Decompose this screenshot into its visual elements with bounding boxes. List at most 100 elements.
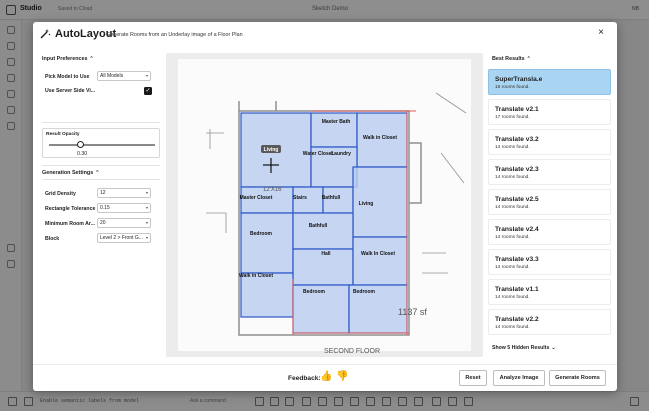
room-label: Stairs xyxy=(293,195,307,201)
result-room-count: 14 rooms found. xyxy=(495,235,530,240)
dimension-handwriting: 12'X16' xyxy=(263,187,283,193)
results-panel: Best Results ⌃ SuperTransla.e 16 rooms fou… xyxy=(488,52,612,362)
result-card[interactable]: Translate v2.1 17 rooms found. xyxy=(488,99,611,125)
result-name: Translate v3.3 xyxy=(495,256,539,263)
result-card[interactable]: Translate v1.1 14 rooms found. xyxy=(488,279,611,305)
close-icon[interactable]: × xyxy=(595,27,607,39)
minimum-room-area-label: Minimum Room Ar... xyxy=(45,221,95,227)
result-card[interactable]: Translate v3.3 14 rooms found. xyxy=(488,249,611,275)
minimum-room-area-select[interactable]: 20 ▾ xyxy=(97,218,151,228)
divider xyxy=(42,165,160,166)
divider xyxy=(42,122,160,123)
floor-name-handwriting: SECOND FLOOR xyxy=(324,348,380,355)
pick-model-value: All Models xyxy=(100,73,124,79)
dialog-footer: Feedback: 👍 👎 Reset Analyze Image Genera… xyxy=(33,364,617,391)
result-card[interactable]: Translate v2.5 14 rooms found. xyxy=(488,189,611,215)
chevron-up-icon: ⌃ xyxy=(89,56,94,62)
room-label: Hall xyxy=(321,251,331,257)
chevron-down-icon: ▾ xyxy=(145,73,148,78)
room-label: Water Closet xyxy=(303,151,334,157)
opacity-slider-track[interactable] xyxy=(49,144,155,146)
result-card[interactable]: SuperTransla.e 16 rooms found. xyxy=(488,69,611,95)
room-label: Laundry xyxy=(331,151,351,157)
result-room-count: 14 rooms found. xyxy=(495,295,530,300)
result-room-count: 17 rooms found. xyxy=(495,115,530,120)
floor-plan-preview: Master Bath Walk in Closet Water Closet Lau… xyxy=(166,53,483,357)
chevron-up-icon: ⌃ xyxy=(95,170,100,176)
input-preferences-title: Input Preferences xyxy=(42,56,88,62)
server-side-label: Use Server Side Vi... xyxy=(45,88,96,94)
divider xyxy=(42,179,160,180)
result-name: Translate v2.4 xyxy=(495,226,539,233)
room-label: Bedroom xyxy=(250,231,273,237)
chevron-down-icon: ▾ xyxy=(145,235,148,240)
result-name: Translate v2.2 xyxy=(495,316,539,323)
result-name: Translate v2.1 xyxy=(495,106,539,113)
generation-settings-toggle[interactable]: Generation Settings ⌃ xyxy=(42,170,99,176)
opacity-slider-thumb[interactable] xyxy=(77,141,85,148)
chevron-up-icon: ⌃ xyxy=(526,56,531,62)
room-label: Walk in Closet xyxy=(239,273,273,279)
block-select[interactable]: Level 2 > Front G... ▾ xyxy=(97,233,151,243)
room-label: Bedroom xyxy=(353,289,376,295)
grid-density-value: 12 xyxy=(100,190,106,196)
wand-icon xyxy=(40,29,51,39)
result-opacity-value: 0.30 xyxy=(77,151,88,157)
rectangle-tolerance-select[interactable]: 0.15 ▾ xyxy=(97,203,151,213)
best-results-toggle[interactable]: Best Results ⌃ xyxy=(492,56,531,62)
grid-density-label: Grid Density xyxy=(45,191,76,197)
result-name: Translate v2.5 xyxy=(495,196,539,203)
thumbs-down-icon[interactable]: 👎 xyxy=(336,371,348,383)
rectangle-tolerance-label: Rectangle Tolerance xyxy=(45,206,96,212)
area-handwriting: 1137 sf xyxy=(398,307,427,317)
chevron-down-icon: ⌄ xyxy=(551,345,556,351)
floor-plan-image: Master Bath Walk in Closet Water ClosetLau… xyxy=(178,59,471,355)
minimum-room-area-value: 20 xyxy=(100,220,106,226)
result-name: SuperTransla.e xyxy=(495,76,543,83)
result-name: Translate v1.1 xyxy=(495,286,539,293)
result-opacity-label: Result Opacity xyxy=(46,132,80,137)
room-walk-in-closet-lower xyxy=(240,272,294,318)
room-label: Living xyxy=(264,147,279,153)
chevron-down-icon: ▾ xyxy=(145,205,148,210)
generate-rooms-button[interactable]: Generate Rooms xyxy=(549,370,606,386)
result-card[interactable]: Translate v2.3 14 rooms found. xyxy=(488,159,611,185)
chevron-down-icon: ▾ xyxy=(145,190,148,195)
best-results-title: Best Results xyxy=(492,56,525,62)
room-label: Walk in Closet xyxy=(363,135,397,141)
settings-panel: Input Preferences ⌃ Pick Model to Use All… xyxy=(40,52,160,362)
result-room-count: 14 rooms found. xyxy=(495,145,530,150)
server-side-checkbox[interactable]: ✓ xyxy=(144,87,152,95)
room-label: Bedroom xyxy=(303,289,326,295)
pick-model-select[interactable]: All Models ▾ xyxy=(97,71,151,81)
result-card[interactable]: Translate v2.4 14 rooms found. xyxy=(488,219,611,245)
dialog-subtitle: Generate Rooms from an Underlay image of… xyxy=(106,32,243,38)
rectangle-tolerance-value: 0.15 xyxy=(100,205,110,211)
room-label: Walk In Closet xyxy=(361,251,395,257)
autolayout-dialog: AutoLayout Generate Rooms from an Underl… xyxy=(33,22,617,391)
show-hidden-results-toggle[interactable]: Show 5 Hidden Results ⌄ xyxy=(492,345,556,351)
result-room-count: 14 rooms found. xyxy=(495,325,530,330)
block-value: Level 2 > Front G... xyxy=(100,235,143,241)
thumbs-up-icon[interactable]: 👍 xyxy=(320,371,332,383)
pick-model-label: Pick Model to Use xyxy=(45,74,90,80)
result-room-count: 14 rooms found. xyxy=(495,175,530,180)
result-card[interactable]: Translate v2.2 14 rooms found. xyxy=(488,309,611,335)
feedback-label: Feedback: xyxy=(288,375,321,382)
room-label: Living xyxy=(359,201,374,207)
result-opacity-control: Result Opacity 0.30 xyxy=(42,128,160,158)
input-preferences-toggle[interactable]: Input Preferences ⌃ xyxy=(42,56,94,62)
room-label: Bathfull xyxy=(309,223,328,229)
analyze-image-button[interactable]: Analyze Image xyxy=(493,370,545,386)
room-bedroom-left xyxy=(240,212,294,274)
result-name: Translate v3.2 xyxy=(495,136,539,143)
chevron-down-icon: ▾ xyxy=(145,220,148,225)
result-card[interactable]: Translate v3.2 14 rooms found. xyxy=(488,129,611,155)
room-label: Master Closet xyxy=(240,195,273,201)
room-label: Bathfull xyxy=(322,195,341,201)
block-label: Block xyxy=(45,236,60,242)
room-label: Master Bath xyxy=(322,119,351,125)
grid-density-select[interactable]: 12 ▾ xyxy=(97,188,151,198)
reset-button[interactable]: Reset xyxy=(459,370,487,386)
show-hidden-results-label: Show 5 Hidden Results xyxy=(492,345,550,351)
